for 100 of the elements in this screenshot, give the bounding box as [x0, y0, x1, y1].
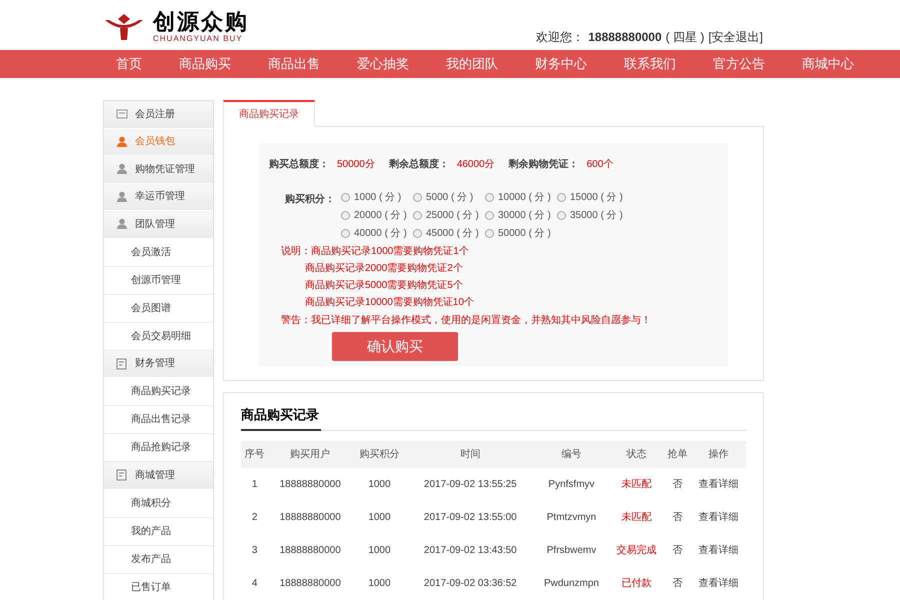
sidebar-item[interactable]: 会员注册 — [104, 101, 213, 128]
view-details-link[interactable]: 查看详细 — [691, 566, 746, 600]
radio-button[interactable] — [413, 211, 422, 220]
logo-title: 创源众购 — [153, 11, 249, 33]
view-details-link[interactable]: 查看详细 — [691, 468, 746, 500]
table-cell-text: 1000 — [367, 544, 392, 558]
confirm-purchase-button[interactable]: 确认购买 — [332, 332, 458, 361]
nav-link[interactable]: 联系我们 — [612, 54, 688, 74]
nav-link[interactable]: 首页 — [104, 54, 154, 74]
table-cell-text: 18888880000 — [278, 544, 342, 558]
view-details-link[interactable]: 查看详细 — [691, 534, 746, 566]
table-cell: 18888880000 — [268, 468, 352, 500]
radio-button[interactable] — [485, 229, 494, 238]
table-cell-text: 4 — [250, 576, 258, 590]
section-title: 商品购买记录 — [241, 405, 321, 430]
status-cell-text: 交易完成 — [616, 544, 658, 558]
table-cell-text: 否 — [672, 576, 684, 590]
table-cell-text: 18888880000 — [278, 510, 342, 524]
radio-button[interactable] — [413, 229, 422, 238]
option-label: 50000 ( 分 ) — [498, 227, 551, 241]
card-icon — [116, 108, 128, 120]
view-details-link[interactable]: 查看详细 — [691, 500, 746, 534]
nav-link[interactable]: 商城中心 — [790, 54, 866, 74]
option-label: 30000 ( 分 ) — [498, 209, 551, 223]
radio-button[interactable] — [341, 229, 350, 238]
column-header: 购买积分 — [352, 440, 407, 468]
person-icon — [116, 163, 128, 176]
sidebar-item[interactable]: 我的产品 — [104, 518, 213, 546]
table-cell: 2017-09-02 13:55:25 — [406, 468, 534, 500]
document-icon — [116, 469, 128, 482]
table-cell-text: Pfrsbwemv — [546, 544, 598, 558]
logout-link[interactable]: [安全退出] — [708, 28, 763, 46]
note-text: 说明：商品购买记录1000需要购物凭证1个 — [280, 244, 470, 259]
nav-link[interactable]: 我的团队 — [434, 54, 510, 74]
option-label: 5000 ( 分 ) — [426, 191, 474, 205]
sidebar-item[interactable]: 创源币管理 — [104, 266, 213, 294]
sidebar-item[interactable]: 团队管理 — [104, 211, 213, 238]
table-cell: Pynfsfmyv — [534, 468, 610, 500]
person-icon — [116, 218, 128, 230]
person-icon — [116, 136, 128, 148]
nav-link[interactable]: 官方公告 — [701, 54, 777, 74]
table-cell-text: Ptmtzvmyn — [546, 510, 598, 524]
nav-link[interactable]: 商品出售 — [256, 54, 332, 74]
tab[interactable]: 商品购买记录 — [223, 100, 315, 127]
nav-link[interactable]: 财务中心 — [523, 54, 599, 74]
option-label: 40000 ( 分 ) — [354, 227, 407, 241]
logo-subtitle: CHUANGYUAN BUY — [153, 35, 244, 43]
radio-button[interactable] — [341, 211, 350, 220]
option-label: 35000 ( 分 ) — [570, 209, 623, 223]
sidebar-item[interactable]: 幸运币管理 — [104, 184, 213, 211]
option-label: 20000 ( 分 ) — [354, 209, 407, 223]
sidebar-item[interactable]: 发布产品 — [104, 546, 213, 574]
radio-button[interactable] — [557, 193, 566, 202]
table-cell-text: 2017-09-02 13:43:50 — [422, 544, 518, 558]
table-cell-text: 3 — [250, 544, 258, 558]
radio-button[interactable] — [485, 193, 494, 202]
status-cell-text: 已付款 — [620, 576, 652, 590]
table-cell-text: Pwdunzmpn — [542, 576, 600, 590]
note-text: 商品购买记录10000需要购物凭证10个 — [304, 296, 475, 310]
nav-link[interactable]: 商品购买 — [167, 54, 243, 74]
table-cell-text: 1000 — [367, 576, 392, 590]
option-label: 25000 ( 分 ) — [426, 209, 479, 223]
column-header: 编号 — [534, 440, 610, 468]
table-cell: 否 — [664, 468, 692, 500]
column-header: 状态 — [609, 440, 664, 468]
summary-value: 50000分 — [337, 158, 375, 172]
summary-value: 46000分 — [456, 158, 495, 172]
welcome-text: 欢迎您： — [536, 29, 584, 46]
member-level: ( 四星 ) — [666, 29, 704, 46]
summary-label: 剩余总额度： — [388, 157, 449, 172]
sidebar-item[interactable]: 会员交易明细 — [104, 322, 213, 350]
radio-button[interactable] — [341, 193, 350, 202]
sidebar-item[interactable]: 会员图谱 — [104, 294, 213, 322]
summary-value: 600个 — [586, 158, 614, 172]
summary-label: 剩余购物凭证： — [508, 158, 579, 172]
column-header: 序号 — [241, 440, 268, 468]
sidebar-item[interactable]: 财务管理 — [104, 350, 213, 378]
radio-button[interactable] — [485, 211, 494, 220]
warning-text: 警告：我已详细了解平台操作模式，使用的是闲置资金，并熟知其中风险自愿参与！ — [280, 314, 652, 328]
user-phone: 18888880000 — [588, 29, 662, 46]
column-header: 时间 — [406, 440, 534, 468]
logo-icon — [103, 14, 145, 40]
column-header: 购买用户 — [268, 440, 352, 468]
radio-button[interactable] — [413, 193, 422, 202]
nav-link[interactable]: 爱心抽奖 — [345, 54, 421, 74]
table-cell: 1000 — [352, 468, 407, 500]
sidebar-item[interactable]: 商城管理 — [104, 462, 213, 490]
option-label: 15000 ( 分 ) — [570, 191, 623, 205]
summary-label: 购买总额度： — [269, 157, 329, 172]
table-cell-text: 2 — [250, 510, 258, 524]
column-header: 操作 — [691, 440, 746, 468]
option-label: 45000 ( 分 ) — [426, 227, 479, 241]
table-cell-text: 2017-09-02 03:36:52 — [422, 576, 518, 590]
radio-button[interactable] — [557, 211, 566, 220]
person-icon — [116, 190, 128, 203]
table-cell-text: 18888880000 — [278, 576, 342, 590]
sidebar-item[interactable]: 购物凭证管理 — [104, 156, 213, 184]
column-header: 抢单 — [664, 440, 692, 468]
status-cell-text: 未匹配 — [620, 510, 652, 524]
note-text: 商品购买记录5000需要购物凭证5个 — [304, 278, 464, 293]
